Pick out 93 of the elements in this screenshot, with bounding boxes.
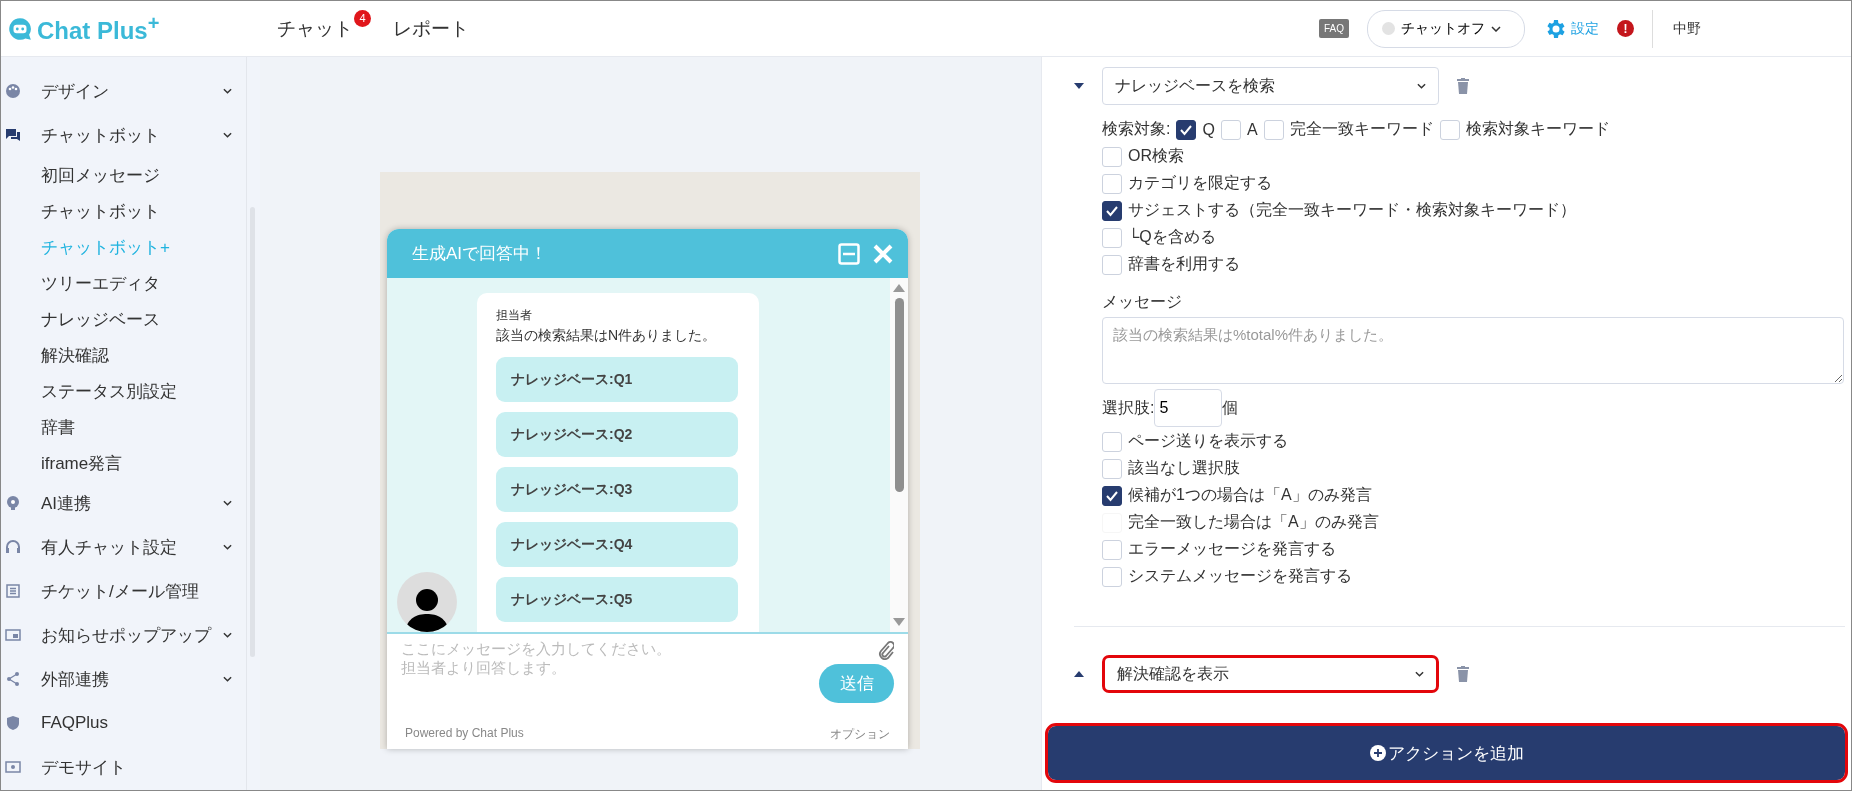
trash-icon[interactable] — [1457, 78, 1469, 94]
widget-title: 生成AIで回答中！ — [412, 243, 549, 265]
checkbox[interactable] — [1176, 119, 1197, 140]
faq-button[interactable]: FAQ — [1319, 19, 1349, 38]
user-name[interactable]: 中野 — [1652, 9, 1771, 48]
collapse-toggle-icon[interactable] — [1074, 83, 1084, 89]
checkbox-label: A — [1246, 120, 1258, 139]
nav-link[interactable]: レポート — [393, 15, 469, 42]
chevron-down-icon[interactable] — [223, 544, 232, 550]
chevron-down-icon[interactable] — [223, 88, 232, 94]
choices-label: 選択肢: — [1102, 397, 1155, 418]
checkbox[interactable] — [1102, 485, 1122, 506]
chevron-down-icon — [1491, 25, 1501, 32]
message-textarea[interactable]: 該当の検索結果は%total%件ありました。 — [1102, 317, 1844, 384]
scroll-down-icon[interactable] — [893, 618, 905, 626]
list-icon — [5, 583, 21, 599]
sidebar-item[interactable]: お知らせポップアップ — [1, 613, 246, 657]
sidebar-subitem[interactable]: ツリーエディタ — [1, 265, 246, 301]
checkbox-label: 辞書を利用する — [1128, 254, 1240, 274]
add-action-button[interactable]: アクションを追加 — [1048, 726, 1845, 780]
trash-icon[interactable] — [1457, 666, 1469, 682]
sidebar-item[interactable]: デザイン — [1, 69, 246, 113]
sidebar-subitem[interactable]: ステータス別設定 — [1, 373, 246, 409]
sidebar-subitem[interactable]: iframe発言 — [1, 445, 246, 481]
checkbox-label: システムメッセージを発言する — [1128, 566, 1352, 586]
checkbox-label: 検索対象キーワード — [1465, 119, 1610, 139]
sidebar-item[interactable]: FAQPlus — [1, 701, 246, 745]
chat-icon — [5, 127, 21, 143]
shield-icon — [5, 715, 21, 731]
checkbox-label: ページ送りを表示する — [1128, 431, 1288, 451]
choice-button[interactable]: ナレッジベース:Q5 — [496, 577, 738, 622]
plus-circle-icon — [1369, 745, 1386, 761]
action-select[interactable]: 解決確認を表示 — [1102, 655, 1439, 693]
palette-icon — [5, 83, 21, 99]
checkbox-label: カテゴリを限定する — [1128, 173, 1272, 193]
sidebar-item[interactable]: チャットボット — [1, 113, 246, 157]
chevron-down-icon — [1415, 671, 1424, 677]
checkbox-label: 候補が1つの場合は「A」のみ発言 — [1128, 485, 1372, 505]
checkbox-label: 完全一致キーワード — [1289, 119, 1434, 139]
search-target-label: 検索対象: — [1102, 119, 1171, 139]
headset-icon — [5, 539, 21, 555]
sidebar-subitem[interactable]: 初回メッセージ — [1, 157, 246, 193]
scrollbar[interactable] — [890, 278, 908, 632]
brain-icon — [5, 495, 21, 511]
sidebar-subitem[interactable]: 解決確認 — [1, 337, 246, 373]
sidebar-item[interactable]: デモサイト — [1, 745, 246, 789]
unit-label: 個 — [1222, 397, 1239, 418]
chevron-down-icon[interactable] — [223, 132, 232, 138]
checkbox-label: Q — [1202, 120, 1215, 139]
sidebar-subitem[interactable]: 辞書 — [1, 409, 246, 445]
sidebar-item[interactable]: チケット/メール管理 — [1, 569, 246, 613]
chevron-down-icon — [1417, 83, 1426, 89]
close-icon[interactable] — [872, 242, 894, 265]
checkbox-label: 該当なし選択肢 — [1128, 458, 1240, 478]
sidebar-item[interactable]: 外部連携 — [1, 657, 246, 701]
checkbox-label: 完全一致した場合は「A」のみ発言 — [1128, 512, 1379, 532]
scroll-up-icon[interactable] — [893, 284, 905, 292]
logo-text: Chat Plus$^{+}$ — [37, 12, 160, 45]
sidebar-item[interactable]: 有人チャット設定 — [1, 525, 246, 569]
chevron-down-icon[interactable] — [223, 500, 232, 506]
checkbox-label: エラーメッセージを発言する — [1128, 539, 1336, 559]
checkbox-label: サジェストする（完全一致キーワード・検索対象キーワード） — [1128, 200, 1576, 220]
choice-button[interactable]: ナレッジベース:Q3 — [496, 467, 738, 512]
avatar-silhouette — [397, 572, 457, 632]
action-select[interactable]: ナレッジベースを検索 — [1102, 67, 1439, 105]
collapse-toggle-icon[interactable] — [1074, 671, 1084, 677]
status-dropdown[interactable]: チャットオフ — [1367, 9, 1525, 48]
nav-link[interactable]: チャット — [277, 15, 353, 42]
notification-badge: 4 — [354, 9, 371, 27]
window-icon — [5, 627, 21, 643]
choices-count-field[interactable]: 5 — [1154, 389, 1223, 427]
choice-button[interactable]: ナレッジベース:Q2 — [496, 412, 738, 457]
chevron-down-icon[interactable] — [223, 676, 232, 682]
alert-badge[interactable]: ! — [1617, 20, 1634, 37]
option-link[interactable]: オプション — [830, 726, 890, 743]
paperclip-icon[interactable] — [878, 640, 894, 660]
sidebar-item[interactable]: AI連携 — [1, 481, 246, 525]
powered-by-text: Powered by Chat Plus — [405, 726, 524, 742]
choice-button[interactable]: ナレッジベース:Q1 — [496, 357, 738, 402]
message-label: メッセージ — [1102, 292, 1183, 312]
eye-icon — [5, 759, 21, 775]
choice-button[interactable]: ナレッジベース:Q4 — [496, 522, 738, 567]
sidebar-subitem[interactable]: チャットボット — [1, 193, 246, 229]
checkbox[interactable] — [1102, 200, 1122, 221]
checkbox-label: OR検索 — [1128, 146, 1184, 166]
sender-name: 担当者 — [496, 307, 533, 324]
message-text: 該当の検索結果はN件ありました。 — [496, 327, 718, 345]
chat-bubble-logo-icon — [7, 15, 33, 42]
checkbox-label: └Qを含める — [1128, 227, 1216, 247]
minimize-icon[interactable] — [838, 242, 860, 265]
chevron-down-icon[interactable] — [223, 632, 232, 638]
share-icon — [5, 671, 21, 687]
sidebar-subitem[interactable]: ナレッジベース — [1, 301, 246, 337]
